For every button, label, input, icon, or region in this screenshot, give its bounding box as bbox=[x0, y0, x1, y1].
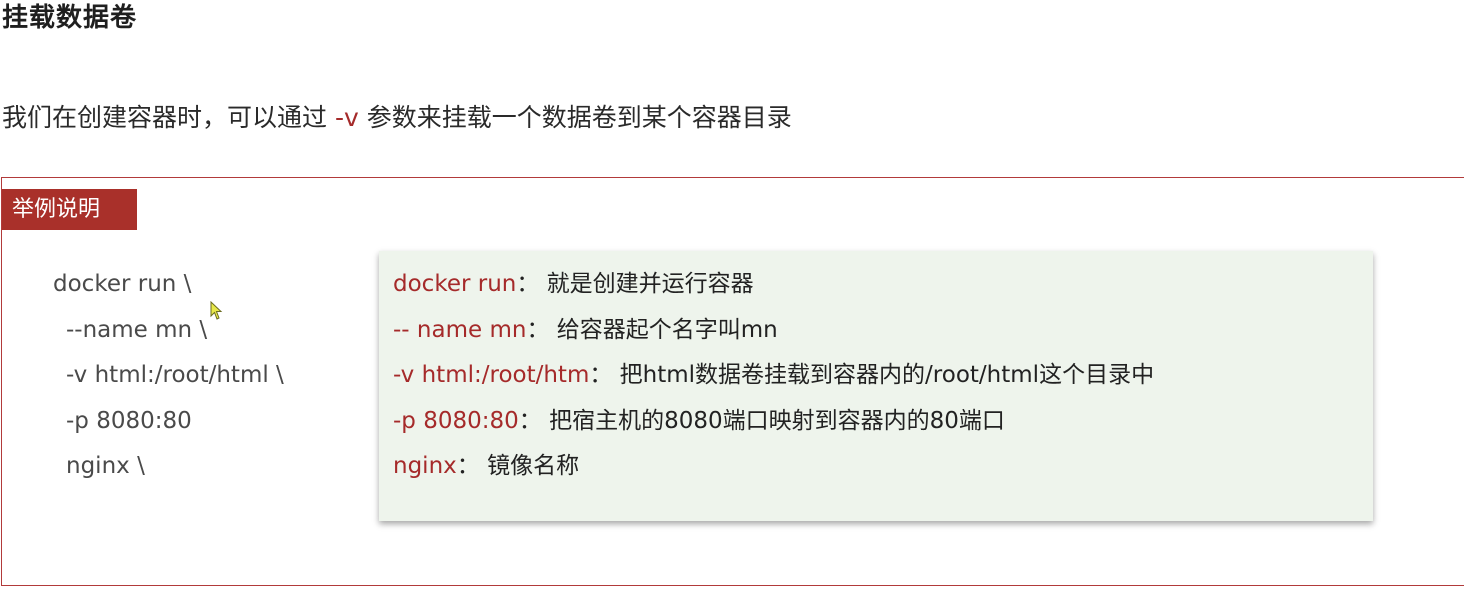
explanation-desc: 镜像名称 bbox=[487, 453, 580, 479]
page-title: 挂载数据卷 bbox=[2, 3, 138, 33]
example-box: 举例说明 docker run \ --name mn \ -v html:/r… bbox=[1, 177, 1464, 586]
command-line: docker run \ bbox=[53, 271, 192, 297]
explanation-separator: ： bbox=[518, 408, 550, 434]
explanation-row: docker run： 就是创建并运行容器 bbox=[393, 269, 754, 299]
explanation-key: -- name mn bbox=[393, 317, 527, 343]
explanation-panel: docker run： 就是创建并运行容器 -- name mn： 给容器起个名… bbox=[379, 251, 1373, 521]
intro-text-after: 参数来挂载一个数据卷到某个容器目录 bbox=[358, 103, 792, 132]
command-line: --name mn \ bbox=[66, 317, 208, 343]
explanation-separator: ： bbox=[589, 362, 620, 388]
explanation-desc: 就是创建并运行容器 bbox=[546, 271, 754, 297]
intro-paragraph: 我们在创建容器时，可以通过 -v 参数来挂载一个数据卷到某个容器目录 bbox=[2, 100, 792, 136]
explanation-desc: 给容器起个名字叫mn bbox=[556, 317, 778, 343]
command-line: -p 8080:80 bbox=[66, 408, 192, 434]
explanation-separator: ： bbox=[456, 453, 488, 479]
explanation-key: -p 8080:80 bbox=[393, 408, 519, 434]
explanation-row: -- name mn： 给容器起个名字叫mn bbox=[393, 315, 778, 345]
explanation-key: docker run bbox=[393, 271, 517, 297]
command-line: nginx \ bbox=[66, 453, 145, 479]
explanation-desc: 把html数据卷挂载到容器内的/root/html这个目录中 bbox=[619, 362, 1155, 388]
explanation-row: -p 8080:80： 把宿主机的8080端口映射到容器内的80端口 bbox=[393, 406, 1005, 436]
command-line: -v html:/root/html \ bbox=[66, 362, 284, 388]
explanation-separator: ： bbox=[516, 271, 547, 297]
explanation-desc: 把宿主机的8080端口映射到容器内的80端口 bbox=[549, 408, 1005, 434]
intro-text-before: 我们在创建容器时，可以通过 bbox=[2, 103, 335, 132]
explanation-row: nginx： 镜像名称 bbox=[393, 451, 579, 481]
intro-flag: -v bbox=[334, 103, 359, 132]
explanation-key: -v html:/root/htm bbox=[393, 362, 590, 388]
example-label: 举例说明 bbox=[2, 189, 137, 230]
explanation-row: -v html:/root/htm： 把html数据卷挂载到容器内的/root/… bbox=[393, 360, 1154, 390]
explanation-separator: ： bbox=[526, 317, 557, 343]
explanation-key: nginx bbox=[393, 453, 457, 479]
